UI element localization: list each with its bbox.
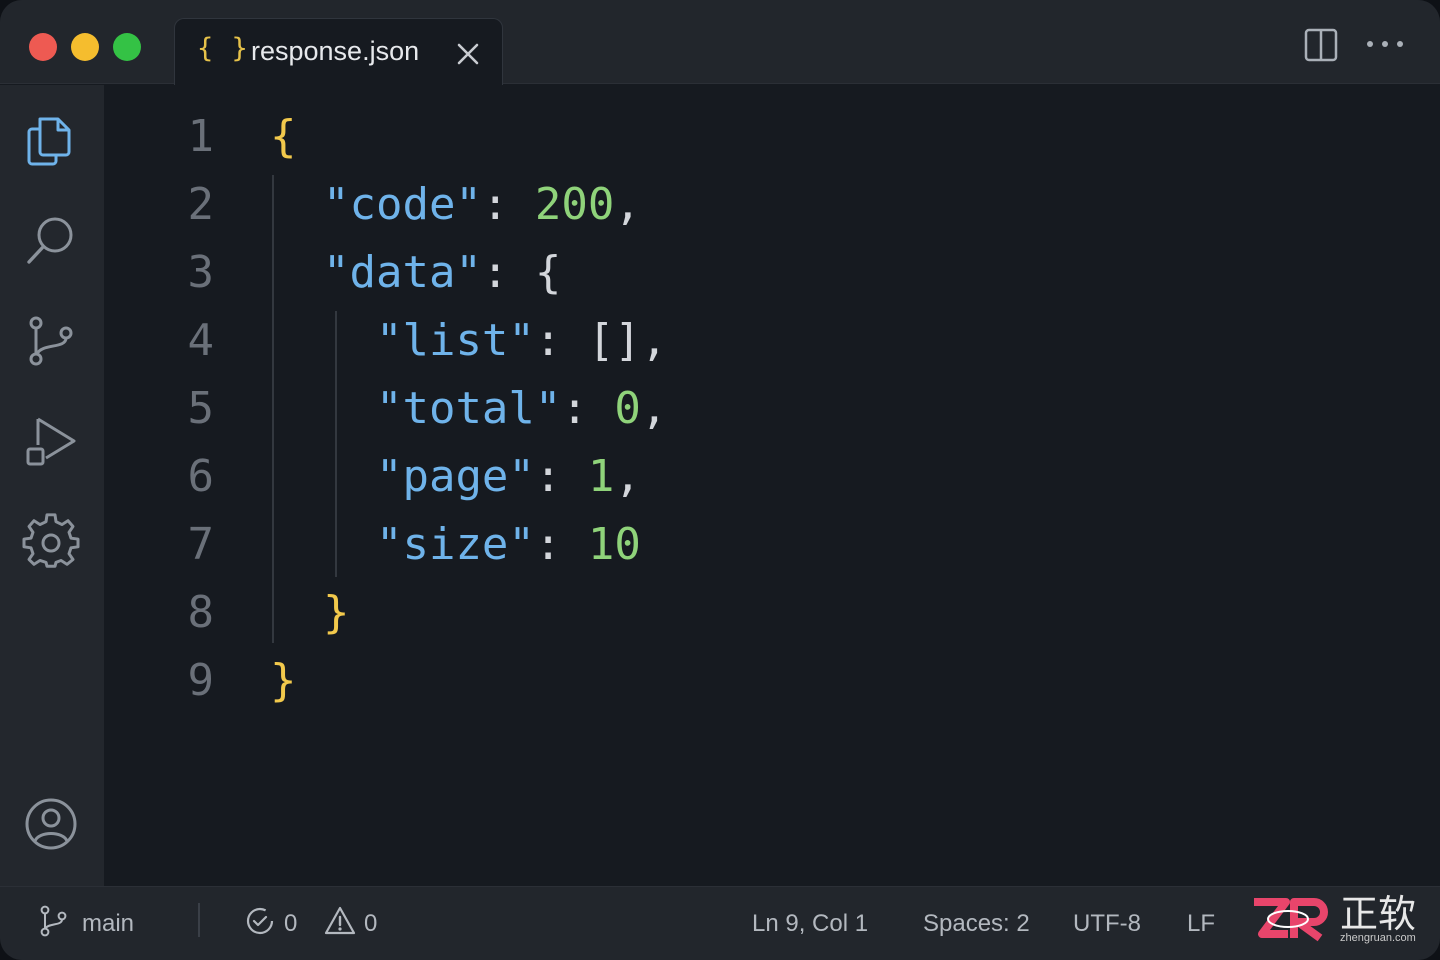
code-token: : { [481,247,562,298]
code-line[interactable]: { [270,103,297,171]
errors-count[interactable]: 0 [284,907,297,941]
code-line[interactable]: "list": [], [270,307,667,375]
search-icon[interactable] [22,211,80,269]
code-token: 200 [534,179,615,230]
activity-bar [0,85,104,886]
warning-icon[interactable] [323,904,357,938]
line-number: 9 [187,655,215,706]
code-line[interactable]: "size": 10 [270,511,641,579]
account-icon[interactable] [22,795,80,853]
code-token: 0 [614,383,641,434]
code-token: , [614,179,641,230]
run-debug-icon[interactable] [22,411,80,469]
title-bar: { } response.json [0,0,1440,85]
line-number: 2 [187,179,215,230]
line-number: 1 [187,111,215,162]
close-window-button[interactable] [29,33,57,61]
split-editor-icon[interactable] [1303,27,1339,63]
more-actions-icon[interactable] [1364,32,1406,56]
code-line[interactable]: } [270,579,350,647]
json-braces-icon: { } [197,33,249,64]
code-token: { [270,111,297,162]
file-encoding[interactable]: UTF-8 [1073,907,1141,941]
code-token: "size" [375,519,535,570]
tab-response-json[interactable]: { } response.json [174,18,503,85]
watermark-text: 正软 [1340,892,1417,936]
code-token: "page" [375,451,535,502]
line-number: 8 [187,587,215,638]
code-line[interactable]: } [270,647,297,715]
source-control-icon[interactable] [22,313,80,371]
indentation-setting[interactable]: Spaces: 2 [923,907,1030,941]
code-token: "list" [375,315,535,366]
zhengruan-watermark: 正软 zhengruan.com [1248,892,1430,950]
warnings-count[interactable]: 0 [364,907,377,941]
zr-logo-icon [1254,898,1328,942]
status-divider [198,903,200,937]
code-token: 10 [587,519,641,570]
explorer-icon[interactable] [22,111,80,169]
git-branch-icon [40,905,67,937]
line-number: 6 [187,451,215,502]
editor-window: { } response.json 1 2 3 4 5 6 7 8 9 {"c… [0,0,1440,960]
indent-guide [335,311,337,577]
code-token: "data" [322,247,482,298]
line-number: 3 [187,247,215,298]
status-bar: main 0 0 Ln 9, Col 1 Spaces: 2 UTF-8 LF [0,886,1440,960]
sync-check-icon[interactable] [243,904,277,938]
end-of-line[interactable]: LF [1187,907,1215,941]
watermark-subtext: zhengruan.com [1340,932,1416,944]
code-line[interactable]: "total": 0, [270,375,667,443]
code-token: : [481,179,535,230]
code-token: "total" [375,383,562,434]
code-token: 1 [587,451,615,502]
line-number: 5 [187,383,215,434]
settings-gear-icon[interactable] [22,513,80,571]
code-editor[interactable]: 1 2 3 4 5 6 7 8 9 { "code": 200, "data": { "list… [104,85,1440,886]
code-line[interactable]: "data": { [270,239,561,307]
line-number: 7 [187,519,215,570]
code-token: : [561,383,615,434]
code-token: : [], [534,315,668,366]
indent-guide [272,175,274,643]
code-token: } [322,587,350,638]
code-token: "code" [322,179,482,230]
line-number: 4 [187,315,215,366]
code-token: , [640,383,668,434]
code-line[interactable]: "code": 200, [270,171,641,239]
cursor-position[interactable]: Ln 9, Col 1 [752,907,868,941]
branch-name[interactable]: main [82,907,134,941]
code-token: : [534,451,588,502]
tab-label: response.json [251,36,420,66]
code-line[interactable]: "page": 1, [270,443,641,511]
code-token: : [534,519,588,570]
code-token: } [270,655,297,706]
close-icon[interactable] [455,41,481,67]
minimize-window-button[interactable] [71,33,99,61]
code-token: , [614,451,641,502]
zoom-window-button[interactable] [113,33,141,61]
